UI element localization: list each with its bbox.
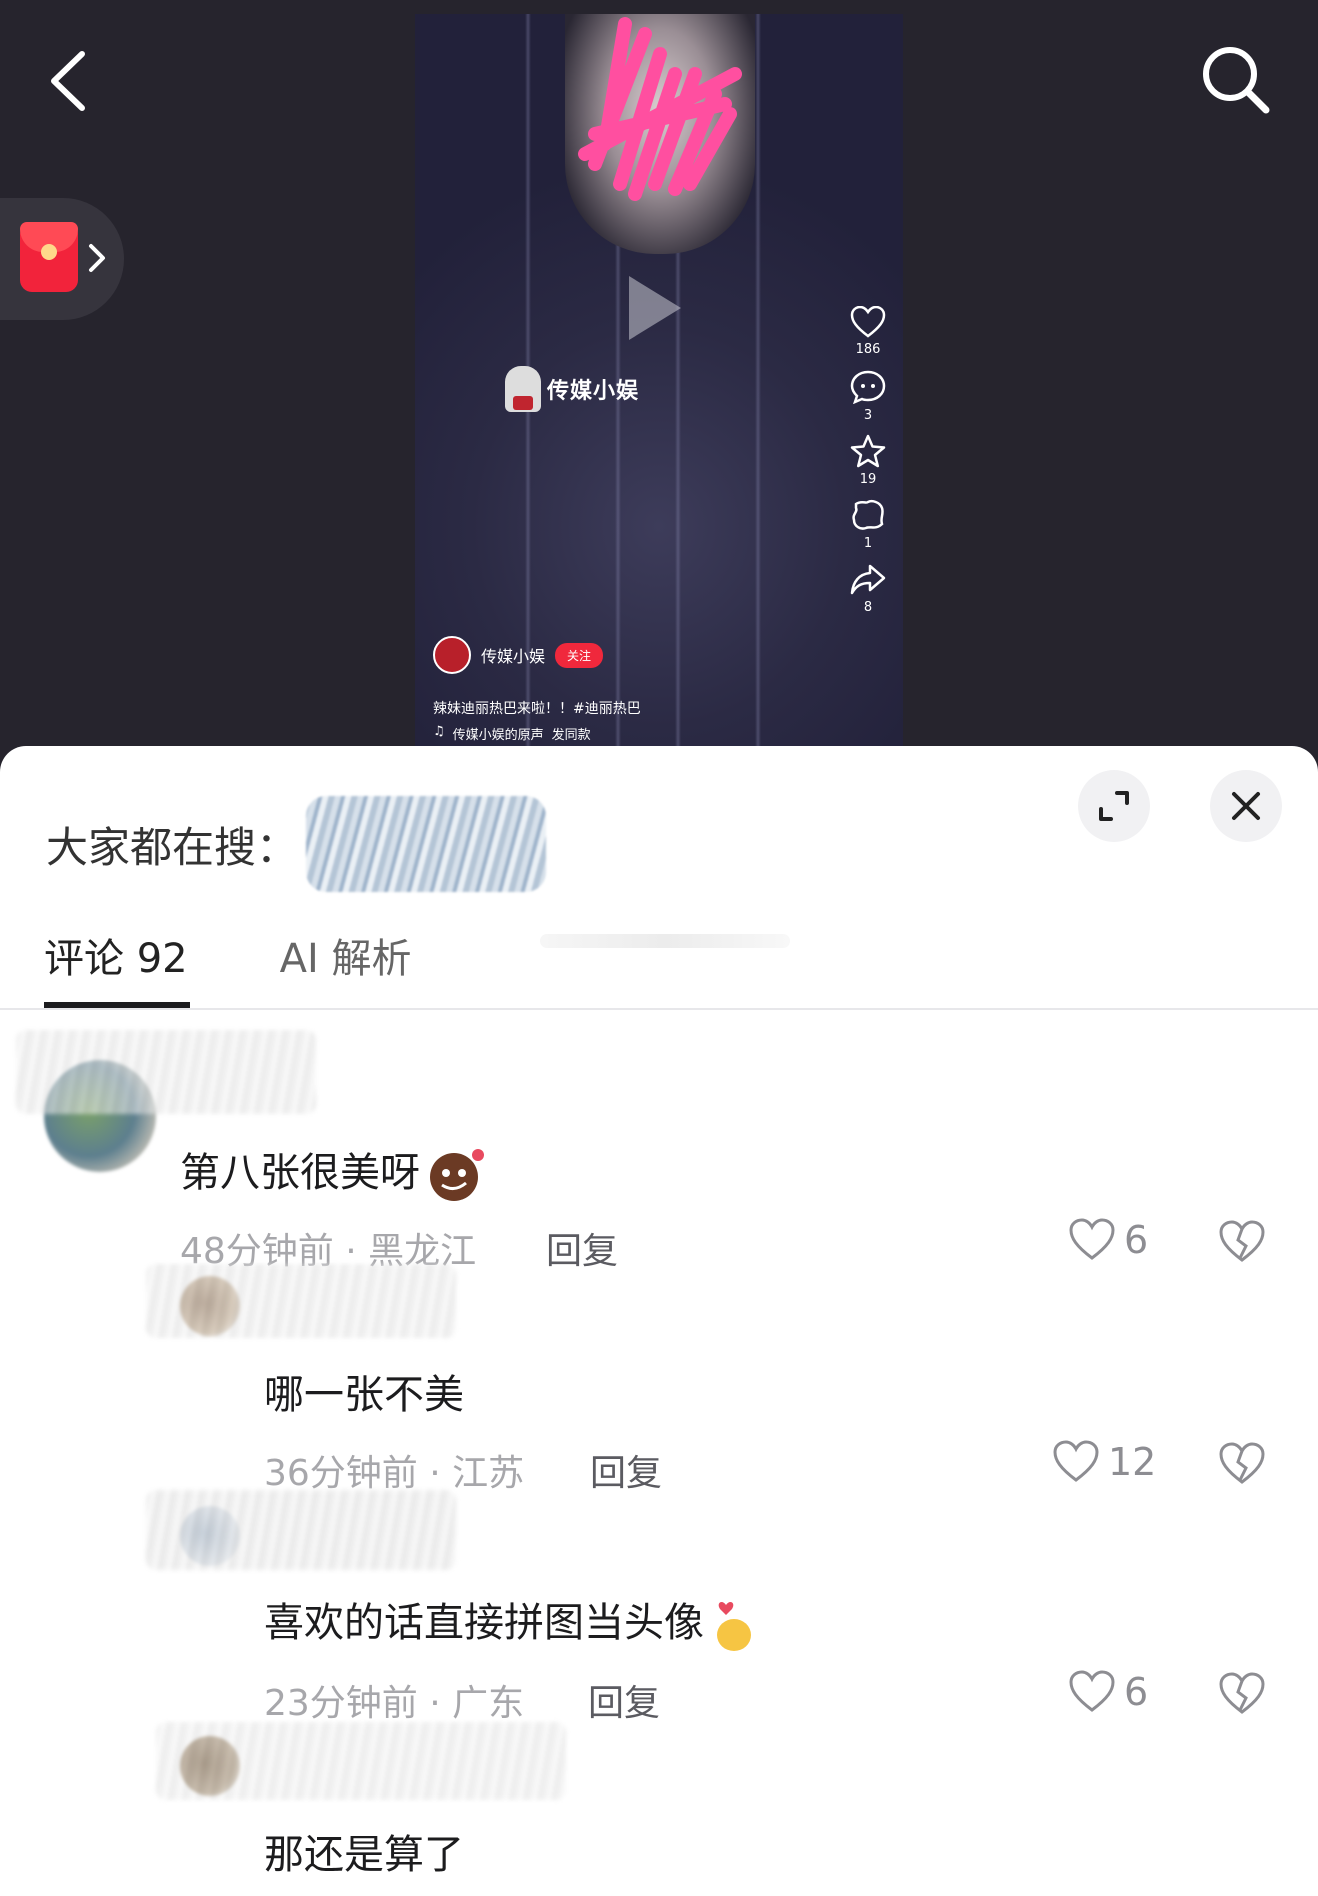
red-packet-button[interactable] xyxy=(0,198,124,320)
expand-button[interactable] xyxy=(1078,770,1150,842)
heart-icon xyxy=(850,306,886,338)
author-name[interactable]: 传媒小娱 xyxy=(481,643,545,667)
fabric-fold xyxy=(755,14,761,746)
redacted-username xyxy=(146,1490,456,1570)
trending-search[interactable]: 大家都在搜： xyxy=(46,796,547,892)
follow-button[interactable]: 关注 xyxy=(555,642,604,668)
heart-icon xyxy=(1069,1670,1115,1712)
close-button[interactable] xyxy=(1210,770,1282,842)
share-icon xyxy=(850,564,886,595)
comment-item: 那还是算了 xyxy=(0,1710,1318,1896)
red-packet-icon xyxy=(20,222,78,292)
share-count: 8 xyxy=(863,600,873,615)
redacted-search-term[interactable] xyxy=(306,796,547,892)
video-player[interactable]: 传媒小娱 186 3 19 1 8 传媒小娱 关注 辣妹迪丽热巴来啦！！#迪丽热… xyxy=(415,14,903,746)
sheet-tabs: 评论 92 AI 解析 xyxy=(44,926,412,984)
music-action[interactable]: 发同款 xyxy=(552,724,591,743)
close-icon xyxy=(1232,792,1260,820)
search-button[interactable] xyxy=(1196,40,1276,120)
watermark-avatar xyxy=(505,366,541,412)
share-action[interactable]: 8 xyxy=(843,562,893,615)
play-icon[interactable] xyxy=(629,276,681,340)
author-avatar[interactable] xyxy=(433,636,471,674)
video-watermark: 传媒小娱 xyxy=(505,366,639,412)
chevron-right-icon xyxy=(89,244,105,272)
redaction-scribble xyxy=(578,17,742,201)
comment-like-count: 6 xyxy=(1124,1670,1149,1714)
search-icon xyxy=(1203,47,1270,114)
tab-ai-analysis[interactable]: AI 解析 xyxy=(280,926,412,984)
comment-text: 那还是算了 xyxy=(264,1832,464,1878)
comment-like-count: 12 xyxy=(1108,1440,1157,1484)
faded-placeholder xyxy=(540,934,790,948)
gift-icon xyxy=(852,500,884,530)
author-row: 传媒小娱 关注 xyxy=(433,636,604,674)
comment-sheet: 大家都在搜： 评论 92 AI 解析 第八张很美呀 48分钟前 · 黑龙江 回复… xyxy=(0,746,1318,1896)
gift-action[interactable]: 1 xyxy=(843,498,893,551)
comment-icon xyxy=(850,370,886,404)
like-count: 186 xyxy=(855,342,881,357)
watermark-text: 传媒小娱 xyxy=(547,379,640,404)
comment-like-button[interactable]: 12 xyxy=(1052,1440,1156,1484)
comment-action[interactable]: 3 xyxy=(843,370,893,423)
video-caption: 辣妹迪丽热巴来啦！！#迪丽热巴 xyxy=(433,701,641,717)
redacted-username xyxy=(146,1264,456,1338)
comment-text: 喜欢的话直接拼图当头像 xyxy=(264,1590,758,1653)
favorite-action[interactable]: 19 xyxy=(843,434,893,487)
back-icon xyxy=(51,51,85,111)
gift-count: 1 xyxy=(863,536,873,551)
redacted-username xyxy=(156,1722,566,1800)
comment-item: 喜欢的话直接拼图当头像 23分钟前 · 广东 回复 6 xyxy=(0,1480,1318,1724)
comment-count: 3 xyxy=(863,408,873,423)
music-title: 传媒小娱的原声 xyxy=(452,728,544,743)
redacted-username xyxy=(16,1030,316,1114)
trending-search-label: 大家都在搜： xyxy=(46,822,299,872)
video-viewer: 传媒小娱 186 3 19 1 8 传媒小娱 关注 辣妹迪丽热巴来啦！！#迪丽热… xyxy=(0,0,1318,760)
comment-text: 哪一张不美 xyxy=(264,1372,464,1418)
favorite-count: 19 xyxy=(859,472,877,487)
comment-item: 第八张很美呀 48分钟前 · 黑龙江 回复 6 xyxy=(0,1010,1318,1272)
music-row[interactable]: ♫ 传媒小娱的原声 发同款 xyxy=(433,724,591,743)
comment-text: 第八张很美呀 xyxy=(180,1140,486,1203)
finger-heart-emoji-icon xyxy=(717,1602,751,1651)
heart-icon xyxy=(1053,1440,1099,1482)
tab-comments[interactable]: 评论 92 xyxy=(44,926,188,984)
expand-icon xyxy=(1099,791,1129,821)
comment-like-button[interactable]: 6 xyxy=(1068,1670,1148,1714)
star-icon xyxy=(850,434,886,468)
music-icon: ♫ xyxy=(433,724,445,739)
smirk-emoji-icon xyxy=(430,1149,484,1201)
like-action[interactable]: 186 xyxy=(843,306,893,357)
back-button[interactable] xyxy=(42,46,102,116)
comment-item: 哪一张不美 36分钟前 · 江苏 回复 12 xyxy=(0,1250,1318,1494)
